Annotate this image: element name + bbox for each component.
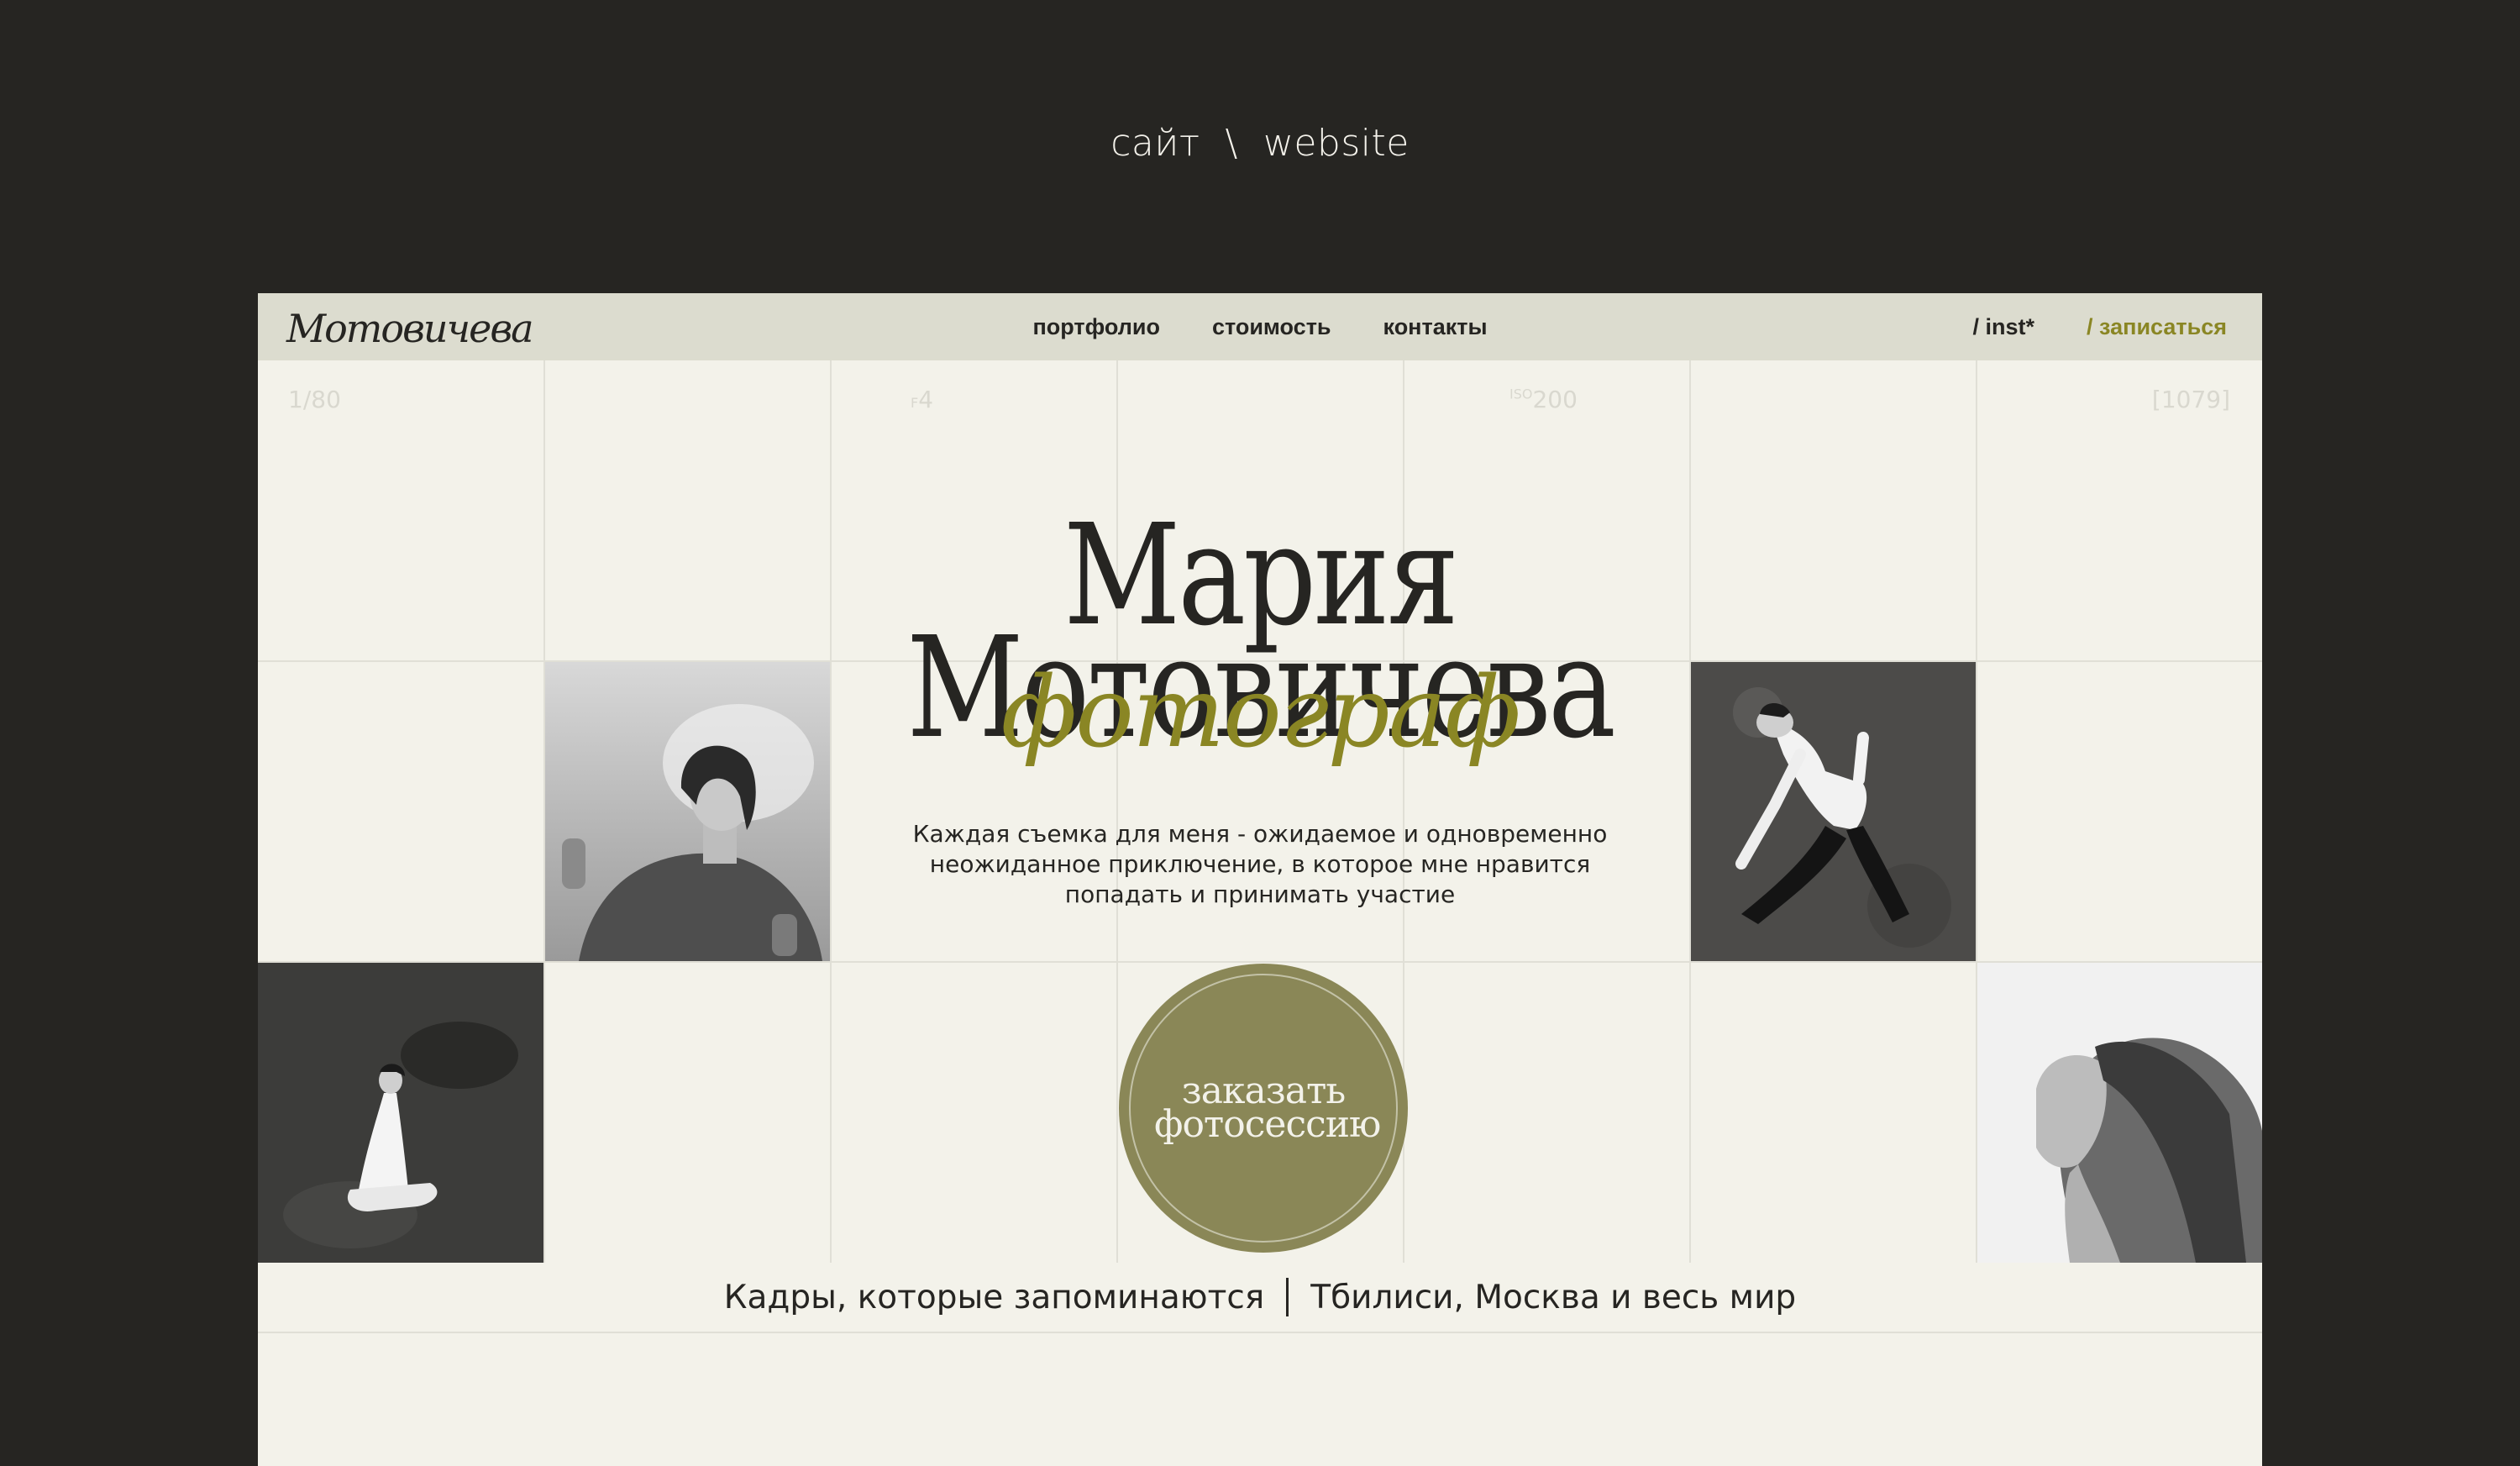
site-header: Мотовичева портфолио стоимость контакты … — [258, 293, 2262, 360]
aperture: F4 — [911, 386, 933, 413]
aperture-prefix: F — [911, 395, 919, 411]
instagram-link[interactable]: / inst* — [1973, 314, 2035, 340]
iso-value: 200 — [1532, 386, 1578, 413]
nav-pricing[interactable]: стоимость — [1212, 314, 1331, 340]
frame-number: [1079] — [2151, 386, 2230, 413]
nav-portfolio[interactable]: портфолио — [1032, 314, 1160, 340]
tagline-left: Кадры, которые запоминаются — [723, 1278, 1265, 1316]
photo-woman-white-dress[interactable] — [258, 963, 543, 1263]
iso: ISO200 — [1509, 386, 1578, 413]
aperture-value: 4 — [918, 386, 934, 413]
website-mockup: Мотовичева портфолио стоимость контакты … — [258, 293, 2262, 1466]
description-line: неожиданное приключение, в которое мне н… — [929, 850, 1591, 878]
caption-separator: \ — [1225, 122, 1238, 165]
header-actions: / inst* / записаться — [1973, 293, 2227, 360]
hero-description: Каждая съемка для меня - ожидаемое и одн… — [258, 819, 2262, 910]
description-line: попадать и принимать участие — [1064, 880, 1456, 908]
photo-woman-profile[interactable] — [1977, 963, 2262, 1263]
main-nav: портфолио стоимость контакты — [258, 293, 2262, 360]
shutter-speed: 1/80 — [288, 386, 341, 413]
caption-en: website — [1263, 122, 1410, 165]
tagline-divider — [1286, 1278, 1289, 1316]
description-line: Каждая съемка для меня - ожидаемое и одн… — [912, 820, 1608, 848]
tagline-bar: Кадры, которые запоминаются Тбилиси, Мос… — [258, 1263, 2262, 1333]
order-button-label: заказать фотосессию — [1154, 1069, 1381, 1146]
signup-link[interactable]: / записаться — [2087, 314, 2227, 340]
page-caption: сайт \ website — [0, 122, 2520, 165]
order-photoshoot-button[interactable]: заказать фотосессию — [1119, 964, 1408, 1253]
caption-ru: сайт — [1110, 122, 1200, 165]
hero-subtitle: фотограф — [1000, 656, 1520, 770]
grid-line — [258, 961, 2262, 963]
iso-prefix: ISO — [1509, 386, 1533, 402]
grid-line — [830, 360, 832, 1263]
nav-contacts[interactable]: контакты — [1383, 314, 1488, 340]
tagline-right: Тбилиси, Москва и весь мир — [1310, 1278, 1797, 1316]
